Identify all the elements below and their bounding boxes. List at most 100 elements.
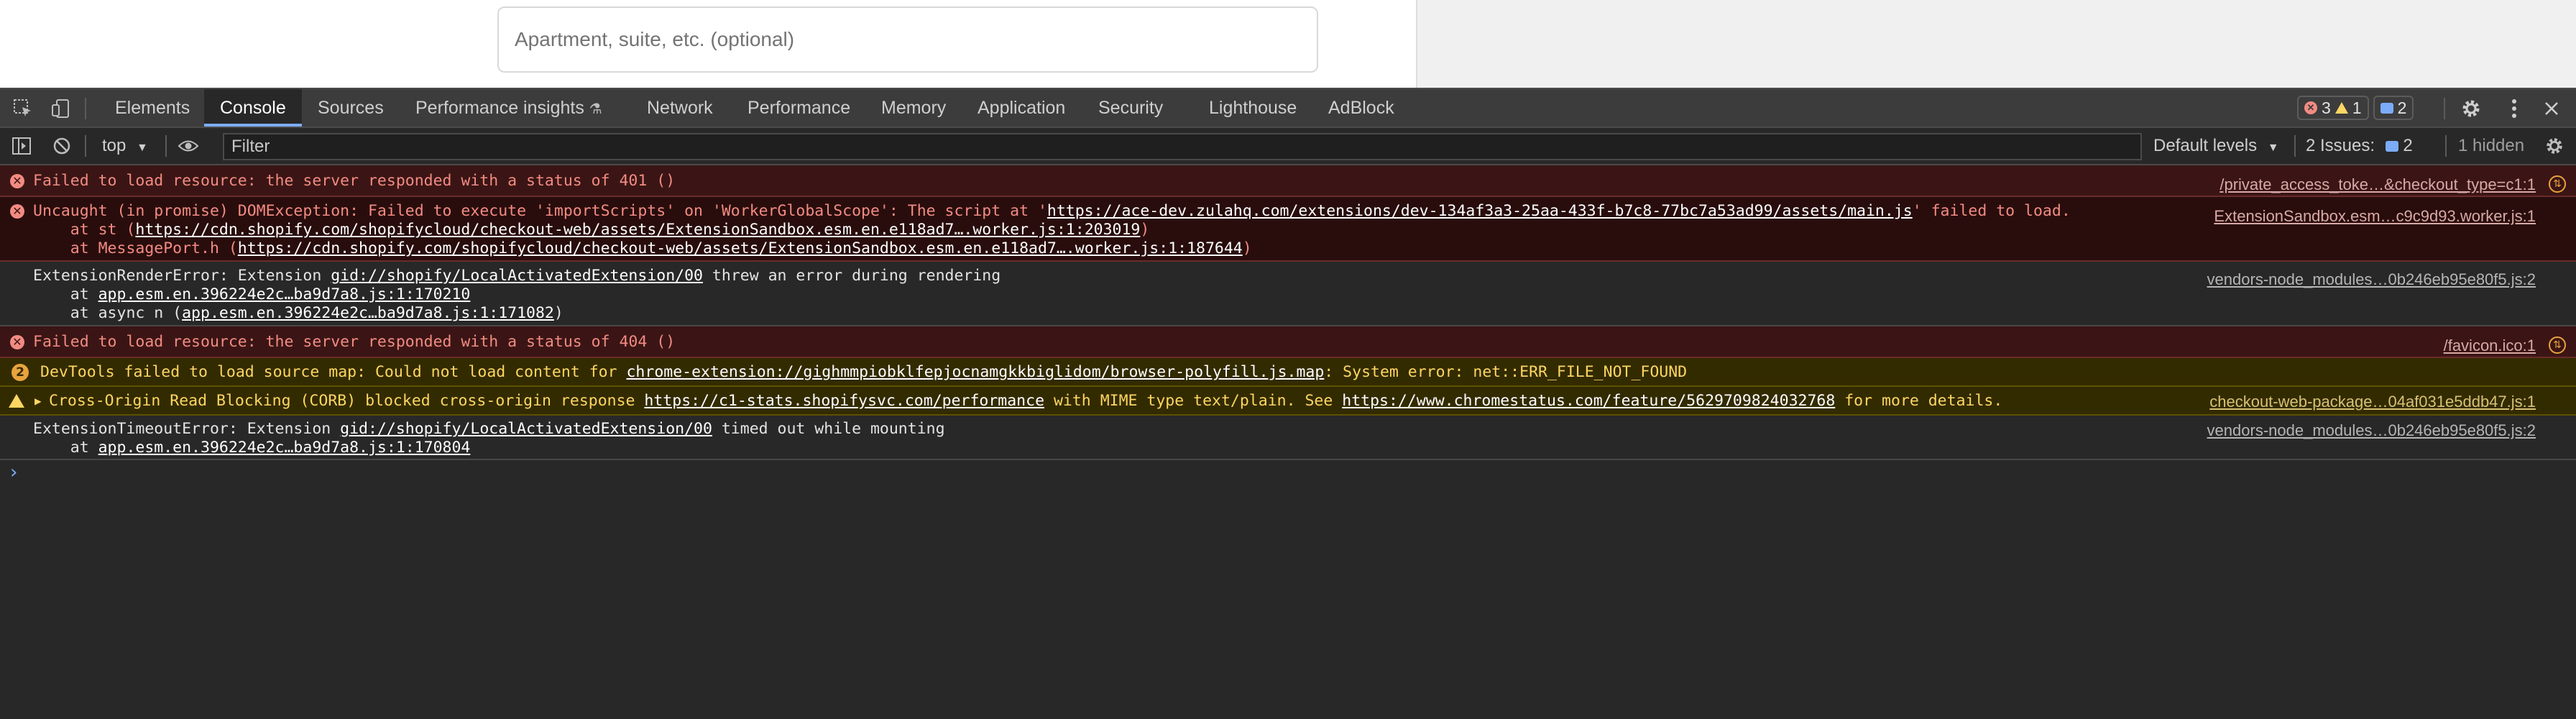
text-segment: at	[33, 285, 98, 303]
text-segment: with MIME type text/plain. See	[1044, 392, 1343, 410]
extension-gid-link[interactable]: gid://shopify/LocalActivatedExtension/00	[331, 267, 703, 285]
error-count: 3	[2322, 98, 2331, 117]
tab-memory[interactable]: Memory	[865, 89, 962, 127]
hidden-count: 1 hidden	[2458, 136, 2525, 155]
issues-count: 2	[2403, 136, 2413, 155]
source-map-link[interactable]: chrome-extension://gighmmpiobklfepjocnam…	[626, 363, 1324, 381]
tab-sources[interactable]: Sources	[302, 89, 400, 127]
message-line: Uncaught (in promise) DOMException: Fail…	[33, 202, 2071, 221]
tab-lighthouse[interactable]: Lighthouse	[1193, 89, 1312, 127]
tab-adblock[interactable]: AdBlock	[1312, 89, 1410, 127]
divider	[85, 135, 86, 157]
stack-frame-link[interactable]: app.esm.en.396224e2c…ba9d7a8.js:1:170804	[98, 439, 471, 457]
error-icon: ✕	[10, 204, 24, 219]
text-segment: )	[1242, 239, 1252, 257]
tab-console[interactable]: Console	[204, 89, 302, 127]
more-options-icon[interactable]	[2500, 95, 2529, 122]
message-source-link[interactable]: ExtensionSandbox.esm…c9c9d93.worker.js:1	[2214, 207, 2536, 226]
stack-frame: at st (https://cdn.shopify.com/shopifycl…	[33, 221, 1150, 239]
text-segment: ExtensionRenderError: Extension	[33, 267, 331, 285]
levels-label: Default levels	[2153, 136, 2258, 155]
context-value: top	[102, 136, 126, 155]
sidebar-toggle-icon[interactable]	[7, 132, 36, 160]
console-message-error: ✕ Uncaught (in promise) DOMException: Fa…	[0, 197, 2576, 262]
text-segment: Uncaught (in promise) DOMException: Fail…	[33, 202, 1047, 220]
issue-counters: ✕ 3 1 2	[2297, 96, 2414, 120]
text-segment: for more details.	[1835, 392, 2003, 410]
flask-icon: ⚗	[589, 101, 602, 117]
script-url-link[interactable]: https://ace-dev.zulahq.com/extensions/de…	[1047, 202, 1913, 220]
message-count: 2	[2397, 98, 2407, 117]
eye-icon[interactable]	[174, 132, 203, 160]
message-source-link[interactable]: /favicon.ico:1	[2444, 336, 2536, 355]
console-prompt-caret-icon: ›	[10, 462, 18, 483]
page-viewport	[0, 0, 2576, 88]
message-line: DevTools failed to load source map: Coul…	[40, 363, 1687, 382]
device-toolbar-icon[interactable]	[46, 95, 75, 122]
message-text: Failed to load resource: the server resp…	[33, 333, 676, 351]
text-segment: : System error: net::ERR_FILE_NOT_FOUND	[1324, 363, 1688, 381]
close-icon[interactable]	[2537, 95, 2566, 122]
chevron-down-icon: ▼	[2267, 142, 2279, 154]
text-segment: )	[553, 304, 564, 322]
divider	[85, 98, 86, 119]
stack-frame: at app.esm.en.396224e2c…ba9d7a8.js:1:170…	[33, 285, 471, 304]
address-line2-input[interactable]	[497, 6, 1318, 73]
text-segment: )	[1140, 221, 1150, 239]
network-request-icon[interactable]: ⇅	[2549, 175, 2566, 193]
console-message-warning: 2 DevTools failed to load source map: Co…	[0, 358, 2576, 387]
error-icon: ✕	[2304, 101, 2317, 114]
divider	[2445, 135, 2447, 157]
message-source-link[interactable]: vendors-node_modules…0b246eb95e80f5.js:2	[2207, 421, 2536, 440]
console-settings-gear-icon[interactable]	[2540, 132, 2569, 160]
tab-performance[interactable]: Performance	[732, 89, 866, 127]
tab-security[interactable]: Security	[1082, 89, 1179, 127]
text-segment: ' failed to load.	[1912, 202, 2071, 220]
log-levels-dropdown[interactable]: Default levels ▼	[2153, 128, 2279, 164]
message-source-link[interactable]: /private_access_toke…&checkout_type=c1:1	[2220, 175, 2536, 194]
console-message-warning: ▶ Cross-Origin Read Blocking (CORB) bloc…	[0, 387, 2576, 416]
tab-application[interactable]: Application	[962, 89, 1081, 127]
chromestatus-link[interactable]: https://www.chromestatus.com/feature/562…	[1342, 392, 1835, 410]
clear-console-icon[interactable]	[47, 132, 76, 160]
inspect-element-icon[interactable]	[9, 95, 37, 122]
stack-frame: at MessagePort.h (https://cdn.shopify.co…	[33, 239, 1252, 258]
console-messages: ✕ Failed to load resource: the server re…	[0, 165, 2576, 719]
error-icon: ✕	[10, 335, 24, 349]
message-text: Failed to load resource: the server resp…	[33, 172, 676, 190]
issues-button[interactable]: 2 Issues: 2	[2306, 128, 2413, 164]
gear-icon[interactable]	[2457, 95, 2485, 122]
console-message-error: ✕ Failed to load resource: the server re…	[0, 165, 2576, 197]
warning-icon	[9, 394, 24, 408]
extension-gid-link[interactable]: gid://shopify/LocalActivatedExtension/00	[340, 420, 712, 438]
stack-frame-link[interactable]: app.esm.en.396224e2c…ba9d7a8.js:1:170210	[98, 285, 471, 303]
divider	[2294, 135, 2296, 157]
chevron-down-icon: ▼	[137, 142, 148, 154]
stack-frame-link[interactable]: https://cdn.shopify.com/shopifycloud/che…	[135, 221, 1140, 239]
error-warning-counter[interactable]: ✕ 3 1	[2297, 96, 2369, 120]
stack-frame: at app.esm.en.396224e2c…ba9d7a8.js:1:170…	[33, 439, 471, 457]
repeat-count-badge: 2	[12, 364, 29, 381]
text-segment: at async n (	[33, 304, 183, 322]
console-filter-input[interactable]	[223, 133, 2142, 160]
message-source-link[interactable]: vendors-node_modules…0b246eb95e80f5.js:2	[2207, 270, 2536, 289]
messages-counter[interactable]: 2	[2373, 96, 2414, 120]
network-request-icon[interactable]: ⇅	[2549, 336, 2566, 354]
console-message-error: ✕ Failed to load resource: the server re…	[0, 326, 2576, 358]
expand-triangle-icon[interactable]: ▶	[34, 392, 42, 411]
text-segment: timed out while mounting	[712, 420, 945, 438]
tab-performance-insights[interactable]: Performance insights ⚗	[400, 89, 618, 127]
context-selector[interactable]: top ▼	[102, 128, 148, 164]
console-prompt-input[interactable]	[33, 462, 2549, 490]
tab-network[interactable]: Network	[631, 89, 729, 127]
tab-label: Performance insights	[415, 98, 584, 118]
issues-label: 2 Issues:	[2306, 136, 2375, 155]
message-line: ExtensionRenderError: Extension gid://sh…	[33, 267, 1000, 285]
tab-elements[interactable]: Elements	[99, 89, 206, 127]
stack-frame-link[interactable]: https://cdn.shopify.com/shopifycloud/che…	[238, 239, 1243, 257]
text-segment: at	[33, 439, 98, 457]
blocked-response-link[interactable]: https://c1-stats.shopifysvc.com/performa…	[644, 392, 1044, 410]
stack-frame-link[interactable]: app.esm.en.396224e2c…ba9d7a8.js:1:171082	[182, 304, 554, 322]
message-source-link[interactable]: checkout-web-package…04af031e5ddb47.js:1	[2209, 393, 2536, 411]
message-line: Cross-Origin Read Blocking (CORB) blocke…	[49, 392, 2002, 411]
